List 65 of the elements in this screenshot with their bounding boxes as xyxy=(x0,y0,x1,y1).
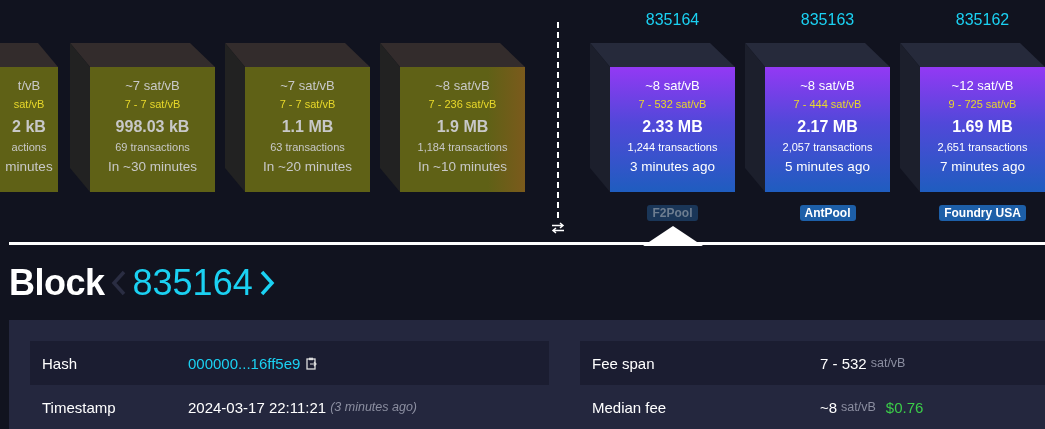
median-fee: ~8 sat/vB xyxy=(645,78,700,94)
block-size: 1.69 MB xyxy=(952,117,1013,137)
block-face[interactable]: ~8 sat/vB 7 - 532 sat/vB 2.33 MB 1,244 transactions 3 minutes ago xyxy=(610,67,735,192)
fee-range: sat/vB xyxy=(13,97,45,111)
median-fee: ~7 sat/vB xyxy=(125,78,180,94)
median-fee: ~12 sat/vB xyxy=(951,78,1014,94)
fee-range: 7 - 444 sat/vB xyxy=(793,97,862,111)
block-size: 2.33 MB xyxy=(642,117,703,137)
transaction-count: actions xyxy=(11,140,47,154)
median-fee: t/vB xyxy=(17,78,41,94)
transaction-count: 2,651 transactions xyxy=(937,140,1028,154)
block-face[interactable]: ~12 sat/vB 9 - 725 sat/vB 1.69 MB 2,651 transactions 7 minutes ago xyxy=(920,67,1045,192)
block-height-link[interactable]: 835164 xyxy=(645,10,700,30)
fee-range: 7 - 7 sat/vB xyxy=(279,97,336,111)
block-face[interactable]: ~8 sat/vB 7 - 236 sat/vB 1.9 MB 1,184 transactions In ~10 minutes xyxy=(400,67,525,192)
field-value: 2024-03-17 22:11:21 xyxy=(188,398,327,416)
median-fee: ~7 sat/vB xyxy=(280,78,335,94)
field-label: Hash xyxy=(42,354,79,372)
block-age: 5 minutes ago xyxy=(785,158,870,175)
fee-range: 7 - 532 sat/vB xyxy=(638,97,707,111)
unit-label: sat/vB xyxy=(841,400,876,414)
field-value: ~8 xyxy=(820,398,838,416)
relative-time: (3 minutes ago) xyxy=(330,400,418,414)
copy-icon[interactable] xyxy=(306,356,318,370)
median-fee: ~8 sat/vB xyxy=(800,78,855,94)
block-age: 7 minutes ago xyxy=(940,158,1025,175)
unit-label: sat/vB xyxy=(870,356,906,370)
transaction-count: 69 transactions xyxy=(115,140,190,154)
fee-range: 9 - 725 sat/vB xyxy=(948,97,1017,111)
block-height-link[interactable]: 835163 xyxy=(800,10,855,30)
pool-badge[interactable]: AntPool xyxy=(799,205,856,221)
pool-badge[interactable]: Foundry USA xyxy=(939,205,1026,221)
field-value: 7 - 532 xyxy=(820,354,867,372)
hash-link[interactable]: 000000...16ff5e9 xyxy=(188,354,301,372)
block-size: 998.03 kB xyxy=(115,117,190,137)
field-label: Timestamp xyxy=(42,398,117,416)
field-label: Median fee xyxy=(592,398,668,416)
page-title: Block xyxy=(9,261,105,304)
eta-text: In ~20 minutes xyxy=(263,158,352,175)
fee-range: 7 - 236 sat/vB xyxy=(428,97,497,111)
block-height: 835164 xyxy=(132,261,253,304)
block-face[interactable]: ~7 sat/vB 7 - 7 sat/vB 998.03 kB 69 transactions In ~30 minutes xyxy=(90,67,215,192)
block-size: 2 kB xyxy=(12,117,46,137)
block-face[interactable]: t/vB sat/vB 2 kB actions minutes xyxy=(0,67,58,192)
block-size: 1.1 MB xyxy=(281,117,334,137)
transaction-count: 1,184 transactions xyxy=(417,140,508,154)
fiat-value: $0.76 xyxy=(885,398,924,416)
right-chevron-icon[interactable] xyxy=(258,269,275,296)
block-age: 3 minutes ago xyxy=(630,158,715,175)
block-face[interactable]: ~8 sat/vB 7 - 444 sat/vB 2.17 MB 2,057 transactions 5 minutes ago xyxy=(765,67,890,192)
swap-icon[interactable] xyxy=(550,222,565,234)
transaction-count: 2,057 transactions xyxy=(782,140,873,154)
field-label: Fee span xyxy=(592,354,656,372)
eta-text: In ~30 minutes xyxy=(108,158,197,175)
block-size: 1.9 MB xyxy=(436,117,489,137)
eta-text: In ~10 minutes xyxy=(418,158,507,175)
transaction-count: 1,244 transactions xyxy=(627,140,718,154)
eta-text: minutes xyxy=(5,158,53,175)
block-size: 2.17 MB xyxy=(797,117,858,137)
fee-range: 7 - 7 sat/vB xyxy=(124,97,181,111)
cube-top-face xyxy=(0,43,58,67)
median-fee: ~8 sat/vB xyxy=(435,78,490,94)
block-height-link[interactable]: 835162 xyxy=(955,10,1010,30)
transaction-count: 63 transactions xyxy=(270,140,345,154)
block-face[interactable]: ~7 sat/vB 7 - 7 sat/vB 1.1 MB 63 transactions In ~20 minutes xyxy=(245,67,370,192)
